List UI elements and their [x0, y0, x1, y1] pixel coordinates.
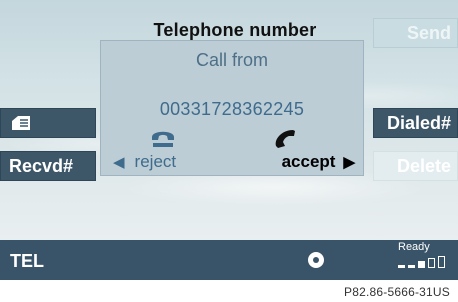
send-button-label: Send [406, 22, 451, 43]
phonebook-button[interactable] [0, 108, 96, 138]
dialed-numbers-button[interactable]: Dialed# [373, 108, 458, 138]
status-text: Ready [398, 241, 430, 253]
right-arrow-icon: ▶ [343, 154, 355, 171]
status-bar: TEL Ready [0, 240, 458, 280]
delete-button-label: Delete [396, 155, 451, 176]
delete-button[interactable]: Delete [373, 151, 458, 181]
reject-label: reject [134, 152, 177, 171]
phonebook-icon [12, 116, 30, 130]
accept-button[interactable]: accept ▶ [282, 152, 355, 172]
hang-up-handset-icon [152, 131, 174, 147]
accept-label: accept [281, 152, 336, 171]
disc-icon [308, 252, 324, 268]
received-numbers-button-label: Recvd# [9, 155, 74, 176]
dialed-numbers-button-label: Dialed# [386, 112, 451, 133]
incoming-call-dialog: Call from 00331728362245 ◀ reject accept… [100, 40, 364, 176]
page-title: Telephone number [153, 20, 317, 40]
display-screen: Telephone number Send Dialed# Delete Rec… [0, 0, 458, 240]
left-arrow-icon: ◀ [113, 154, 125, 171]
mode-label: TEL [10, 251, 44, 271]
pick-up-handset-icon [275, 130, 295, 148]
received-numbers-button[interactable]: Recvd# [0, 151, 96, 181]
send-button[interactable]: Send [373, 18, 458, 48]
reject-button[interactable]: ◀ reject [113, 152, 176, 172]
dialog-title: Call from [195, 50, 268, 70]
signal-strength-icon [398, 256, 445, 268]
figure-caption: P82.86-5666-31US [344, 285, 450, 299]
caller-number: 00331728362245 [159, 99, 305, 119]
